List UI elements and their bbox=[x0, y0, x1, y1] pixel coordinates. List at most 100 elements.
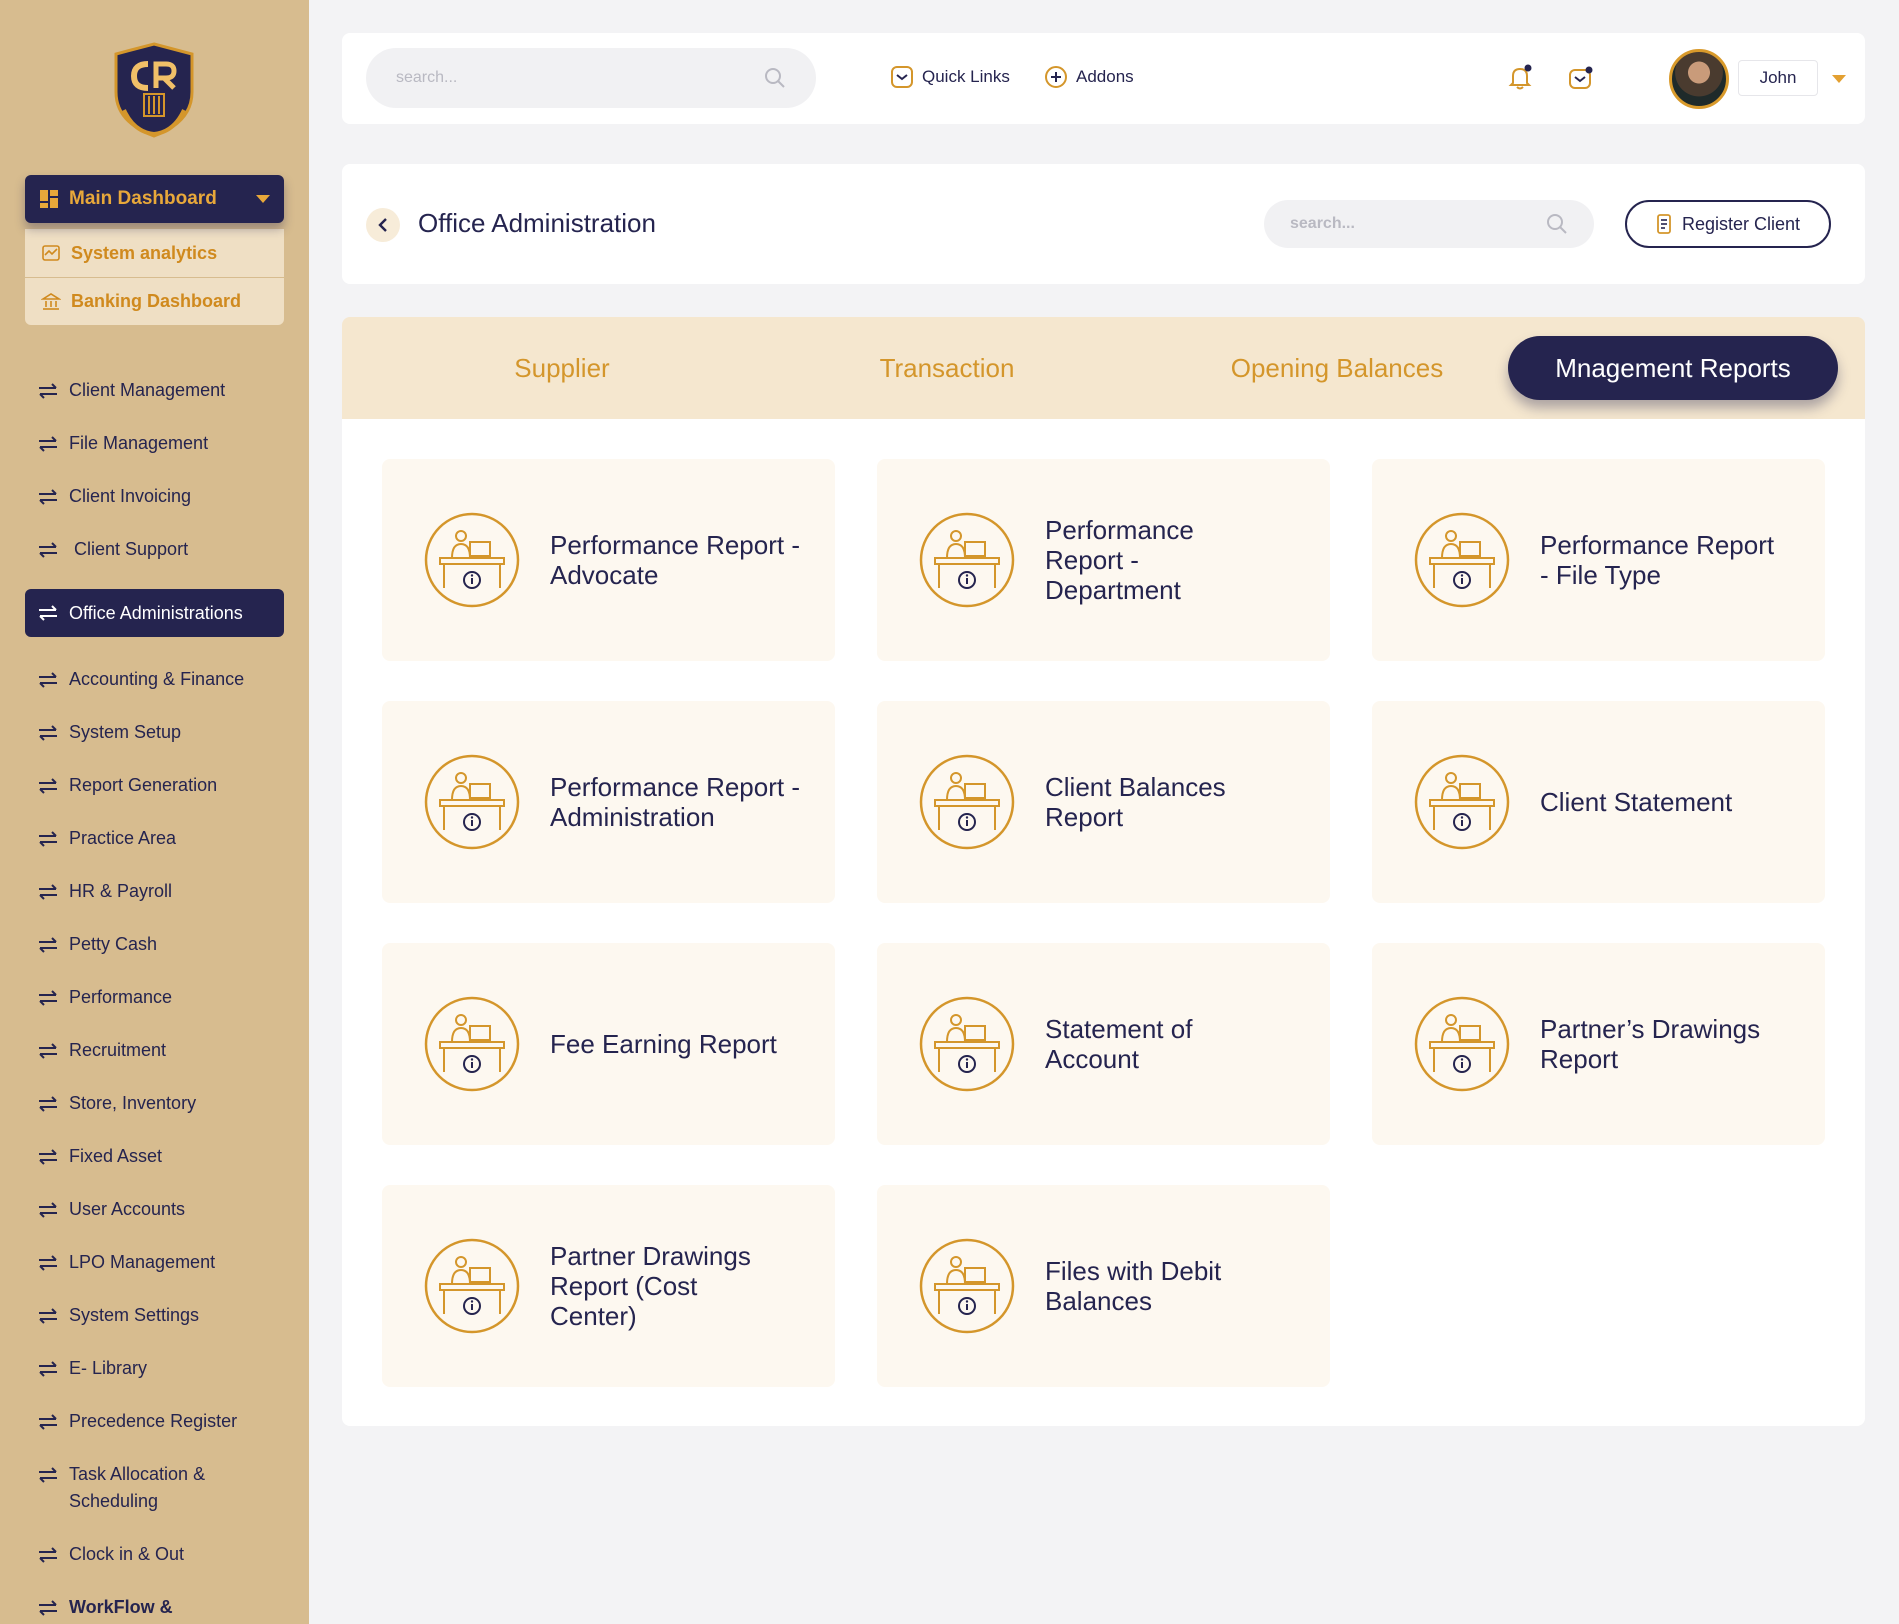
system-analytics-link[interactable]: System analytics bbox=[25, 229, 284, 277]
register-client-label: Register Client bbox=[1681, 213, 1801, 234]
reports-grid: Performance Report - Advocate Performanc… bbox=[342, 419, 1865, 1426]
quick-links-button[interactable]: Quick Links bbox=[890, 65, 1010, 89]
report-title: Partner’s Drawings Report bbox=[1540, 1014, 1761, 1074]
report-title: Client Statement bbox=[1540, 787, 1733, 817]
desk-worker-icon bbox=[919, 754, 1015, 850]
sidebar-item-label: File Management bbox=[69, 433, 209, 453]
register-client-button[interactable]: Register Client bbox=[1625, 200, 1831, 248]
bank-icon bbox=[41, 292, 61, 310]
system-analytics-label: System analytics bbox=[71, 242, 218, 263]
tab-management-reports[interactable]: Mnagement Reports bbox=[1508, 336, 1838, 400]
sidebar-item-performance[interactable]: Performance bbox=[25, 984, 284, 1011]
sidebar-item-label: Store, Inventory bbox=[69, 1093, 197, 1113]
swap-arrows-icon bbox=[39, 1149, 57, 1165]
search-placeholder: search... bbox=[1290, 215, 1355, 232]
addons-label: Addons bbox=[1076, 67, 1134, 86]
global-search-input[interactable]: search... bbox=[366, 48, 816, 108]
swap-arrows-icon bbox=[39, 884, 57, 900]
swap-arrows-icon bbox=[39, 778, 57, 794]
sidebar-item-client-management[interactable]: Client Management bbox=[25, 377, 284, 404]
sidebar-item-label: Report Generation bbox=[69, 775, 218, 795]
swap-arrows-icon bbox=[39, 1096, 57, 1112]
sidebar-item-clock-in-out[interactable]: Clock in & Out bbox=[25, 1541, 284, 1568]
sidebar-item-label: Office Administrations bbox=[69, 602, 243, 623]
report-title: Statement of Account bbox=[1045, 1014, 1193, 1074]
desk-worker-icon bbox=[919, 512, 1015, 608]
sidebar-item-hr-payroll[interactable]: HR & Payroll bbox=[25, 878, 284, 905]
user-name-box[interactable]: John bbox=[1738, 60, 1818, 96]
desk-worker-icon bbox=[424, 512, 520, 608]
sidebar-item-petty-cash[interactable]: Petty Cash bbox=[25, 931, 284, 958]
report-card-partner-drawings-cost-center[interactable]: Partner Drawings Report (Cost Center) bbox=[382, 1185, 835, 1387]
sidebar-item-task-allocation[interactable]: Task Allocation & Scheduling bbox=[25, 1461, 245, 1515]
sidebar-item-report-generation[interactable]: Report Generation bbox=[25, 772, 284, 799]
sidebar-item-label: User Accounts bbox=[69, 1199, 186, 1219]
chevron-left-icon bbox=[378, 218, 387, 232]
desk-worker-icon bbox=[424, 754, 520, 850]
report-title: Client Balances Report bbox=[1045, 772, 1226, 832]
page-title: Office Administration bbox=[418, 208, 656, 238]
addons-button[interactable]: Addons bbox=[1044, 65, 1134, 89]
main-dashboard-button[interactable]: Main Dashboard bbox=[25, 175, 284, 223]
sidebar-item-accounting-finance[interactable]: Accounting & Finance bbox=[25, 666, 284, 693]
chevron-down-icon[interactable] bbox=[1832, 75, 1846, 83]
message-icon[interactable] bbox=[1568, 65, 1594, 91]
top-bar: search... Quick Links Addons John bbox=[342, 33, 1865, 124]
report-card-fee-earning[interactable]: Fee Earning Report bbox=[382, 943, 835, 1145]
sidebar-item-recruitment[interactable]: Recruitment bbox=[25, 1037, 284, 1064]
logo bbox=[114, 42, 194, 138]
quick-links-label: Quick Links bbox=[922, 67, 1010, 86]
report-title: Performance Report - File Type bbox=[1540, 530, 1775, 590]
sidebar-item-practice-area[interactable]: Practice Area bbox=[25, 825, 284, 852]
search-placeholder: search... bbox=[396, 69, 458, 86]
banking-dashboard-link[interactable]: Banking Dashboard bbox=[25, 277, 284, 325]
back-button[interactable] bbox=[366, 208, 400, 242]
sidebar-item-label: Task Allocation & Scheduling bbox=[69, 1464, 206, 1511]
sidebar-item-client-invoicing[interactable]: Client Invoicing bbox=[25, 483, 284, 510]
sidebar-item-label: Client Support bbox=[69, 539, 189, 559]
sidebar-item-fixed-asset[interactable]: Fixed Asset bbox=[25, 1143, 284, 1170]
report-title: Performance Report - Department bbox=[1045, 515, 1194, 605]
report-card-partners-drawings[interactable]: Partner’s Drawings Report bbox=[1372, 943, 1825, 1145]
sidebar-item-label: System Settings bbox=[69, 1305, 200, 1325]
sidebar-item-user-accounts[interactable]: User Accounts bbox=[25, 1196, 284, 1223]
tab-opening-balances[interactable]: Opening Balances bbox=[1162, 336, 1512, 400]
desk-worker-icon bbox=[1414, 512, 1510, 608]
sidebar-item-store-inventory[interactable]: Store, Inventory bbox=[25, 1090, 284, 1117]
swap-arrows-icon bbox=[39, 436, 57, 452]
report-title: Fee Earning Report bbox=[550, 1029, 777, 1059]
page-search-input[interactable]: search... bbox=[1264, 200, 1594, 248]
sidebar-item-client-support[interactable]: Client Support bbox=[25, 536, 284, 563]
sidebar-item-system-setup[interactable]: System Setup bbox=[25, 719, 284, 746]
swap-arrows-icon bbox=[39, 1547, 57, 1563]
tab-supplier[interactable]: Supplier bbox=[437, 336, 687, 400]
swap-arrows-icon bbox=[39, 1467, 57, 1483]
sidebar-item-label: E- Library bbox=[69, 1358, 148, 1378]
report-card-files-debit-balances[interactable]: Files with Debit Balances bbox=[877, 1185, 1330, 1387]
sidebar-item-office-administrations[interactable]: Office Administrations bbox=[25, 589, 284, 637]
tab-transaction[interactable]: Transaction bbox=[802, 336, 1092, 400]
report-card-performance-department[interactable]: Performance Report - Department bbox=[877, 459, 1330, 661]
swap-arrows-icon bbox=[39, 990, 57, 1006]
sidebar-item-precedence-register[interactable]: Precedence Register bbox=[25, 1408, 284, 1435]
report-card-performance-administration[interactable]: Performance Report - Administration bbox=[382, 701, 835, 903]
sidebar-item-system-settings[interactable]: System Settings bbox=[25, 1302, 284, 1329]
report-card-statement-of-account[interactable]: Statement of Account bbox=[877, 943, 1330, 1145]
dashboard-submenu: System analytics Banking Dashboard bbox=[25, 229, 284, 325]
avatar[interactable] bbox=[1669, 49, 1729, 109]
sidebar-item-e-library[interactable]: E- Library bbox=[25, 1355, 284, 1382]
report-card-client-statement[interactable]: Client Statement bbox=[1372, 701, 1825, 903]
sidebar-item-label: Petty Cash bbox=[69, 934, 158, 954]
report-card-client-balances[interactable]: Client Balances Report bbox=[877, 701, 1330, 903]
swap-arrows-icon bbox=[39, 1308, 57, 1324]
sidebar-item-lpo-management[interactable]: LPO Management bbox=[25, 1249, 284, 1276]
bell-icon[interactable] bbox=[1506, 63, 1534, 91]
sidebar-item-workflow[interactable]: WorkFlow & bbox=[25, 1594, 284, 1621]
sidebar-item-label: Client Management bbox=[69, 380, 226, 400]
sidebar-item-file-management[interactable]: File Management bbox=[25, 430, 284, 457]
swap-arrows-icon bbox=[39, 1414, 57, 1430]
swap-arrows-icon bbox=[39, 937, 57, 953]
report-card-performance-advocate[interactable]: Performance Report - Advocate bbox=[382, 459, 835, 661]
report-card-performance-file-type[interactable]: Performance Report - File Type bbox=[1372, 459, 1825, 661]
sidebar-item-label: Client Invoicing bbox=[69, 486, 192, 506]
